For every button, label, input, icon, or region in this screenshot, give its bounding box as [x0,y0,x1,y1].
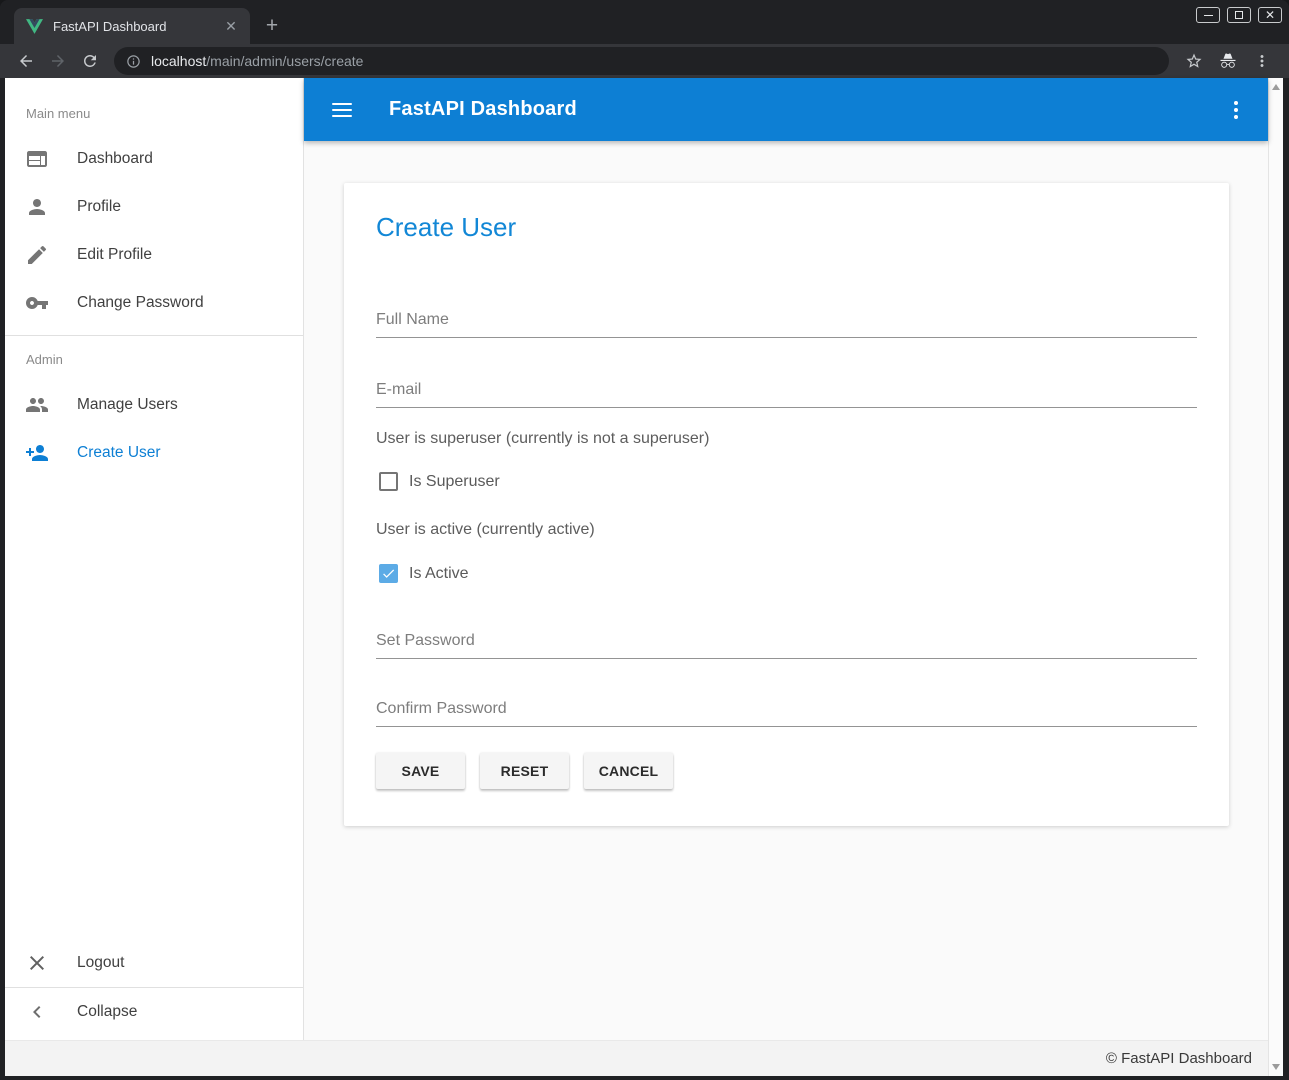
bookmark-button[interactable] [1181,48,1207,74]
browser-menu-button[interactable] [1249,48,1275,74]
maximize-icon [1235,11,1243,19]
checkbox-unchecked-icon[interactable] [379,472,398,491]
sidebar-item-label: Edit Profile [77,246,152,264]
sidebar-item-edit-profile[interactable]: Edit Profile [5,231,303,279]
create-user-card: Create User Full Name E-mail User is sup… [344,183,1229,826]
minimize-icon [1204,15,1213,16]
minimize-button[interactable] [1196,7,1220,23]
url-path: /main/admin/users/create [206,53,363,69]
back-arrow-icon [17,52,35,70]
set-password-label: Set Password [376,632,1197,650]
sidebar-section-main-menu: Main menu [5,78,303,135]
new-tab-button[interactable]: + [258,12,286,40]
footer-copyright: © FastAPI Dashboard [1106,1050,1252,1067]
sidebar-item-dashboard[interactable]: Dashboard [5,135,303,183]
browser-window: FastAPI Dashboard ✕ + ✕ localhost/main/a… [0,0,1289,1080]
email-label: E-mail [376,381,1197,399]
window-controls: ✕ [1196,7,1282,23]
sidebar-item-label: Dashboard [77,150,153,168]
sidebar-item-label: Logout [77,954,124,972]
content-area: Create User Full Name E-mail User is sup… [304,141,1268,1040]
dashboard-icon [25,147,49,171]
person-add-icon [25,441,49,465]
sidebar-item-label: Profile [77,198,121,216]
browser-toolbar: localhost/main/admin/users/create [0,44,1289,78]
confirm-password-field[interactable]: Confirm Password [376,700,1197,727]
person-icon [25,195,49,219]
sidebar-section-admin: Admin [5,336,303,381]
full-name-label: Full Name [376,311,1197,329]
checkbox-checked-icon[interactable] [379,564,398,583]
people-icon [25,393,49,417]
is-superuser-label: Is Superuser [409,473,500,491]
set-password-field[interactable]: Set Password [376,632,1197,659]
sidebar-item-label: Create User [77,444,161,462]
address-bar[interactable]: localhost/main/admin/users/create [114,47,1169,75]
browser-tab[interactable]: FastAPI Dashboard ✕ [14,8,250,44]
tab-close-icon[interactable]: ✕ [222,17,240,35]
key-icon [25,291,49,315]
scroll-up-arrow-icon[interactable] [1272,84,1280,90]
maximize-button[interactable] [1227,7,1251,23]
sidebar-item-label: Manage Users [77,396,178,414]
scroll-down-arrow-icon[interactable] [1272,1064,1280,1070]
form-actions: SAVE RESET CANCEL [376,753,1197,789]
appbar-menu-button[interactable] [1230,97,1242,123]
incognito-indicator [1215,48,1241,74]
reload-button[interactable] [77,48,103,74]
email-field[interactable]: E-mail [376,381,1197,408]
page-viewport: Main menu Dashboard Profile Edit Profile [5,78,1283,1076]
close-icon: ✕ [1265,9,1275,21]
forward-arrow-icon [49,52,67,70]
vue-logo-icon [26,19,43,34]
app-title: FastAPI Dashboard [389,98,577,121]
sidebar-item-logout[interactable]: Logout [5,939,303,987]
close-x-icon [25,951,49,975]
chevron-left-icon [25,1000,49,1024]
sidebar: Main menu Dashboard Profile Edit Profile [5,78,304,1040]
tab-strip: FastAPI Dashboard ✕ + ✕ [0,0,1289,44]
is-active-label: Is Active [409,565,469,583]
full-name-field[interactable]: Full Name [376,311,1197,338]
sidebar-item-create-user[interactable]: Create User [5,429,303,477]
window-frame-bottom [0,1076,1289,1080]
back-button[interactable] [13,48,39,74]
sidebar-item-label: Change Password [77,294,204,312]
pencil-icon [25,243,49,267]
page-scrollbar[interactable] [1268,78,1283,1076]
sidebar-item-profile[interactable]: Profile [5,183,303,231]
sidebar-item-label: Collapse [77,1003,137,1021]
hamburger-menu-icon[interactable] [332,103,352,117]
save-button[interactable]: SAVE [376,753,465,789]
app-toolbar: FastAPI Dashboard [304,78,1268,141]
main-area: FastAPI Dashboard Create User Full Name … [304,78,1268,1040]
incognito-icon [1219,52,1237,70]
forward-button[interactable] [45,48,71,74]
sidebar-item-manage-users[interactable]: Manage Users [5,381,303,429]
url-text: localhost/main/admin/users/create [151,53,363,69]
url-host: localhost [151,53,206,69]
active-status-note: User is active (currently active) [376,521,1197,539]
superuser-status-note: User is superuser (currently is not a su… [376,430,1197,448]
reset-button[interactable]: RESET [480,753,569,789]
kebab-menu-icon [1253,52,1271,70]
page-info-icon[interactable] [126,54,141,69]
sidebar-item-change-password[interactable]: Change Password [5,279,303,327]
cancel-button[interactable]: CANCEL [584,753,673,789]
tab-title: FastAPI Dashboard [53,19,222,34]
sidebar-item-collapse[interactable]: Collapse [5,988,303,1036]
is-active-checkbox-row[interactable]: Is Active [376,564,1197,583]
is-superuser-checkbox-row[interactable]: Is Superuser [376,472,1197,491]
reload-icon [81,52,99,70]
confirm-password-label: Confirm Password [376,700,1197,718]
app-footer: © FastAPI Dashboard [5,1040,1268,1076]
close-button[interactable]: ✕ [1258,7,1282,23]
page-title: Create User [376,211,1197,243]
star-icon [1185,52,1203,70]
